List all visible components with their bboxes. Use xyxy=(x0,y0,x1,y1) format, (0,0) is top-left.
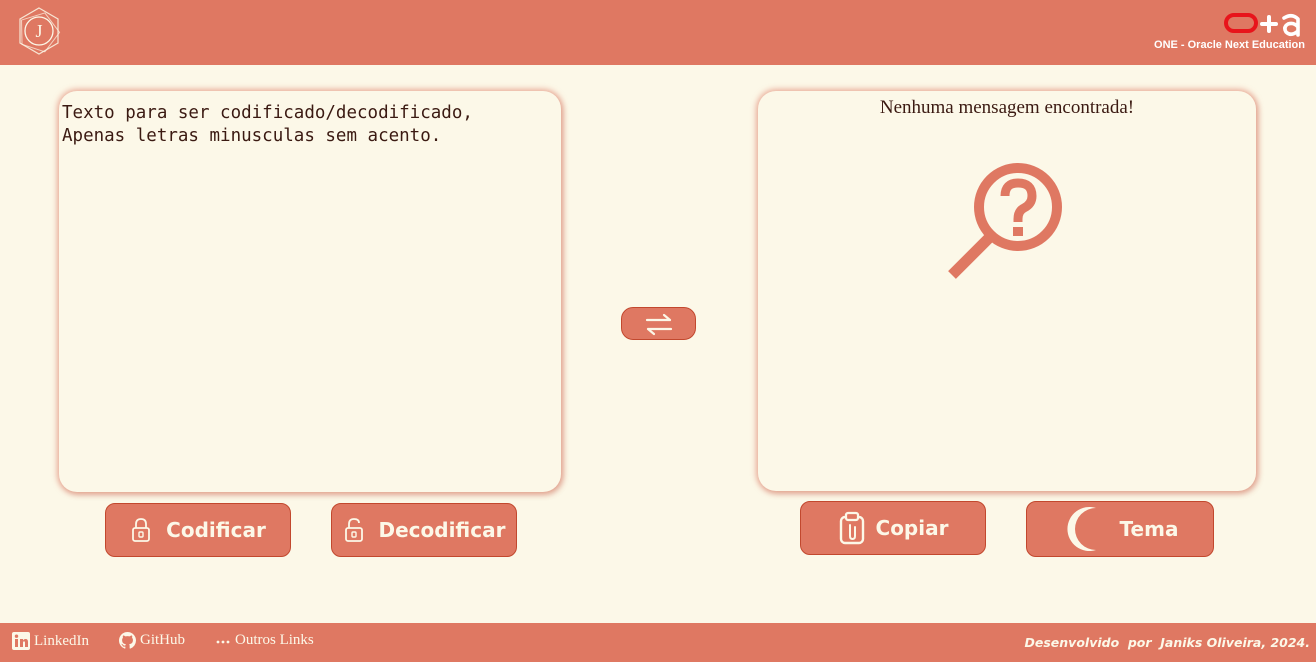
output-panel: Nenhuma mensagem encontrada! xyxy=(758,91,1256,491)
unlock-icon xyxy=(343,517,365,543)
decode-button[interactable]: Decodificar xyxy=(331,503,517,557)
footer-link-github[interactable]: GitHub xyxy=(119,632,185,649)
swap-arrows-icon xyxy=(645,313,672,335)
footer-link-linkedin[interactable]: LinkedIn xyxy=(12,632,89,650)
empty-output-message: Nenhuma mensagem encontrada! xyxy=(879,97,1135,118)
github-label: GitHub xyxy=(140,632,185,648)
linkedin-label: LinkedIn xyxy=(34,632,89,649)
plus-a-icon xyxy=(1260,13,1300,37)
outros-label: Outros Links xyxy=(235,632,314,648)
footer-credits: Desenvolvido por Janiks Oliveira, 2024. xyxy=(1024,635,1311,650)
oracle-ring-icon xyxy=(1224,13,1258,33)
encode-label: Codificar xyxy=(166,518,266,542)
linkedin-icon xyxy=(12,632,30,650)
hexagram-logo-icon: J xyxy=(19,7,61,55)
decode-label: Decodificar xyxy=(378,518,506,542)
theme-button[interactable]: Tema xyxy=(1026,501,1214,557)
site-logo[interactable]: J xyxy=(14,6,64,56)
footer: LinkedIn GitHub Outros Links Desenvolvid… xyxy=(0,623,1316,662)
theme-label: Tema xyxy=(1119,517,1179,541)
oracle-caption: ONE - Oracle Next Education xyxy=(1154,39,1305,51)
moon-icon xyxy=(1062,505,1106,553)
copy-label: Copiar xyxy=(875,516,949,540)
input-placeholder-text[interactable]: Texto para ser codificado/decodificado, … xyxy=(62,102,552,148)
lock-icon xyxy=(130,517,152,543)
svg-text:J: J xyxy=(35,21,42,41)
search-question-icon xyxy=(948,163,1062,279)
copy-button[interactable]: Copiar xyxy=(800,501,986,555)
encode-button[interactable]: Codificar xyxy=(105,503,291,557)
dots-icon xyxy=(215,633,231,649)
input-textarea[interactable]: Texto para ser codificado/decodificado, … xyxy=(59,91,561,492)
footer-link-outros[interactable]: Outros Links xyxy=(215,632,314,649)
swap-button[interactable] xyxy=(621,307,696,340)
top-bar: J ONE - Oracle Next Education xyxy=(0,0,1316,65)
clipboard-icon xyxy=(838,511,866,545)
oracle-one-logo: ONE - Oracle Next Education xyxy=(1136,10,1306,56)
github-icon xyxy=(119,632,136,649)
